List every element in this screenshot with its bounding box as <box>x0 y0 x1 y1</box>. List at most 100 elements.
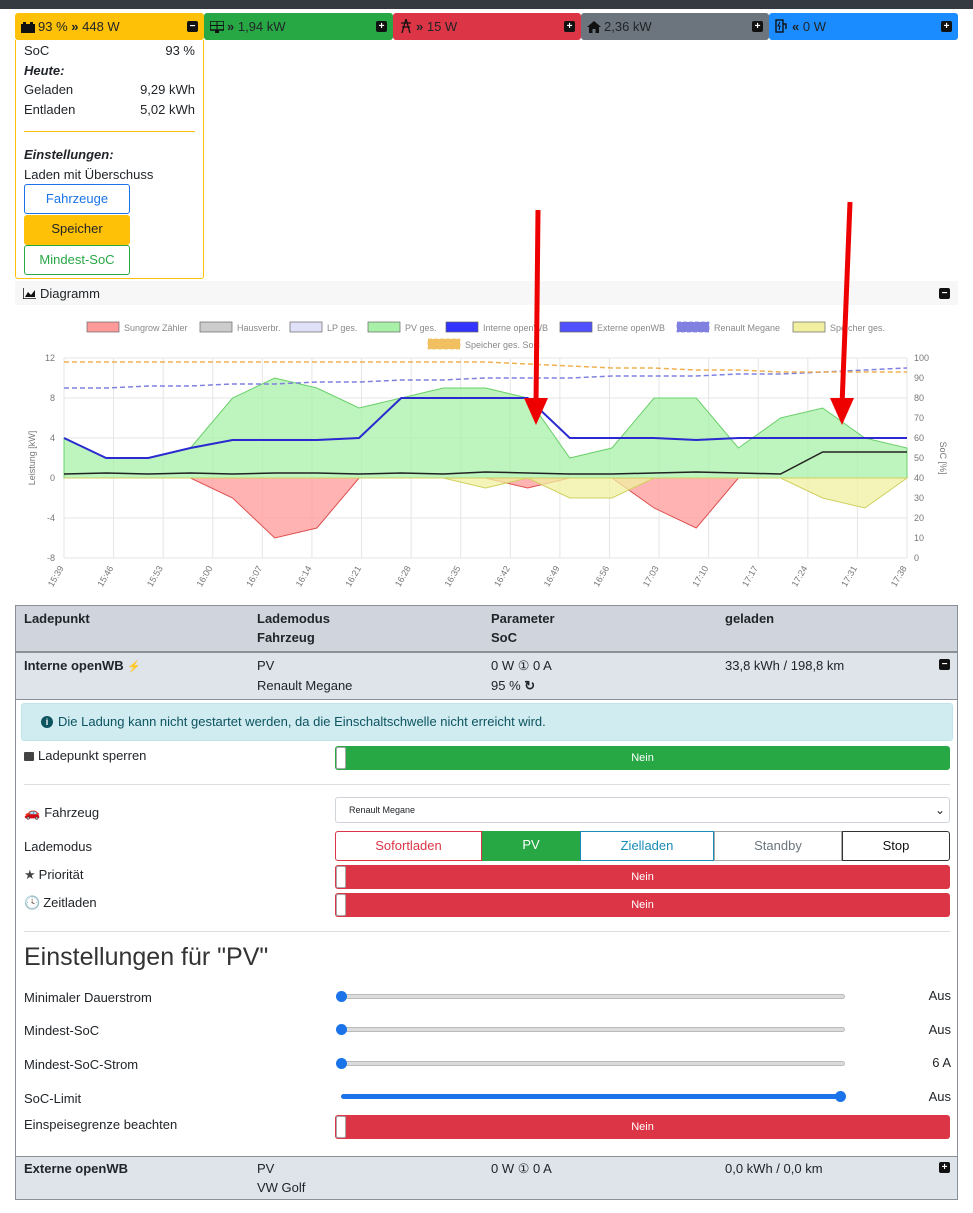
x-tick-label: 17:38 <box>889 564 909 589</box>
timed-value: Nein <box>631 899 654 911</box>
chargepoint-parameter: 0 W ① 0 A <box>491 658 552 673</box>
soc-row: SoC 93 % <box>24 43 195 58</box>
area-chart-icon <box>23 287 36 299</box>
expand-icon[interactable]: + <box>939 1162 950 1173</box>
power-chart: Sungrow Zähler Hausverbr. LP ges. PV ges. In… <box>27 321 948 589</box>
diagram-title: Diagramm <box>40 285 100 301</box>
collapse-icon[interactable]: − <box>939 659 950 670</box>
chargepoint-vehicle: VW Golf <box>257 1180 306 1195</box>
y2-tick-label: 50 <box>914 453 924 463</box>
battery-tile[interactable]: 93 % » 448 W − <box>15 13 204 40</box>
min-soc-button[interactable]: Mindest-SoC <box>24 245 130 275</box>
min-soc-current-slider-thumb[interactable] <box>336 1058 347 1069</box>
divider <box>24 131 195 132</box>
grid-tile[interactable]: » 15 W + <box>393 13 581 40</box>
expand-icon[interactable]: + <box>564 21 575 32</box>
min-soc-current-label: Mindest-SoC-Strom <box>24 1057 139 1072</box>
min-soc-current-value: 6 A <box>932 1055 951 1070</box>
min-current-slider-thumb[interactable] <box>336 991 347 1002</box>
charged-row: Geladen 9,29 kWh <box>24 82 195 97</box>
header-parameter: Parameter <box>491 611 555 626</box>
lock-toggle[interactable]: Nein <box>335 746 950 770</box>
min-soc-value: Aus <box>928 1022 951 1037</box>
legend-swatch <box>792 321 826 333</box>
soc-limit-value: Aus <box>928 1089 951 1104</box>
min-soc-slider[interactable] <box>341 1027 845 1032</box>
y2-tick-label: 30 <box>914 493 924 503</box>
timed-toggle[interactable]: Nein <box>335 893 950 917</box>
toggle-knob <box>336 1116 346 1138</box>
storage-button[interactable]: Speicher <box>24 215 130 245</box>
x-tick-label: 17:10 <box>690 564 710 589</box>
header-mode: Lademodus <box>257 611 330 626</box>
legend-swatch <box>289 321 323 333</box>
vehicles-button[interactable]: Fahrzeuge <box>24 184 130 214</box>
mode-sofortladen-button[interactable]: Sofortladen <box>335 831 482 861</box>
pv-settings-heading: Einstellungen für "PV" <box>24 943 269 971</box>
min-soc-slider-thumb[interactable] <box>336 1024 347 1035</box>
mode-pv-button[interactable]: PV <box>482 831 580 861</box>
chargepoint-mode: PV <box>257 1161 275 1176</box>
plug-icon: ⚡ <box>127 661 141 673</box>
mode-standby-button[interactable]: Standby <box>714 831 842 861</box>
header-vehicle: Fahrzeug <box>257 630 315 645</box>
refresh-icon[interactable]: ↻ <box>524 678 535 693</box>
y2-tick-label: 10 <box>914 533 924 543</box>
priority-toggle[interactable]: Nein <box>335 865 950 889</box>
storage-soc-line <box>64 361 907 373</box>
vehicle-select[interactable]: Renault Megane ⌄ <box>335 797 950 823</box>
expand-icon[interactable]: + <box>376 21 387 32</box>
min-soc-current-slider[interactable] <box>341 1061 845 1066</box>
min-current-value: Aus <box>928 988 951 1003</box>
mode-stop-button[interactable]: Stop <box>842 831 950 861</box>
legend-swatch <box>445 321 479 333</box>
y-axis-label: Leistung [kW] <box>27 431 37 486</box>
legend-swatch <box>427 338 461 350</box>
header-soc: SoC <box>491 630 517 645</box>
legend-label: Speicher ges. <box>830 323 885 333</box>
collapse-icon[interactable]: − <box>939 287 950 299</box>
storage-area <box>64 477 909 509</box>
soc-limit-slider[interactable] <box>341 1094 845 1099</box>
x-tick-label: 16:14 <box>294 564 314 589</box>
y-tick-label: 8 <box>50 393 55 403</box>
divider <box>24 931 950 932</box>
expand-icon[interactable]: + <box>941 21 952 32</box>
chargepoint-charged: 33,8 kWh / 198,8 km <box>725 658 845 673</box>
diagram-header: Diagramm − <box>15 281 958 305</box>
chargepoint-row-external[interactable]: Externe openWB PV VW Golf 0 W ① 0 A 0,0 … <box>15 1156 958 1200</box>
feed-in-toggle[interactable]: Nein <box>335 1115 950 1139</box>
chargepoint-name: Externe openWB <box>24 1161 129 1176</box>
collapse-icon[interactable]: − <box>187 21 198 32</box>
charge-tile[interactable]: « 0 W + <box>769 13 958 40</box>
y2-tick-label: 0 <box>914 553 919 563</box>
expand-icon[interactable]: + <box>752 21 763 32</box>
x-tick-label: 17:03 <box>641 564 661 589</box>
mode-zielladen-button[interactable]: Zielladen <box>580 831 714 861</box>
chargepoint-name: Interne openWB ⚡ <box>24 658 141 673</box>
pv-tile-label: » 1,94 kW <box>210 19 376 34</box>
chargepoint-row-internal[interactable]: Interne openWB ⚡ PV Renault Megane 0 W ①… <box>15 652 958 700</box>
legend-label: Interne openWB <box>483 323 548 333</box>
y2-tick-label: 40 <box>914 473 924 483</box>
lock-value: Nein <box>631 752 654 764</box>
house-tile[interactable]: 2,36 kW + <box>581 13 769 40</box>
y2-tick-label: 90 <box>914 373 924 383</box>
y-tick-label: -4 <box>47 513 55 523</box>
x-tick-label: 17:31 <box>839 564 859 589</box>
soc-limit-slider-thumb[interactable] <box>835 1091 846 1102</box>
mode-label: Lademodus <box>24 839 92 854</box>
solar-panel-icon <box>210 21 224 33</box>
min-current-slider[interactable] <box>341 994 845 999</box>
soc-label: SoC <box>24 43 50 58</box>
discharged-value: 5,02 kWh <box>140 102 195 117</box>
lock-label: Ladepunkt sperren <box>24 748 146 763</box>
x-tick-label: 16:21 <box>343 564 363 589</box>
chargepoint-table-header: Ladepunkt Lademodus Fahrzeug Parameter S… <box>15 605 958 652</box>
house-icon <box>587 21 601 33</box>
pv-tile[interactable]: » 1,94 kW + <box>204 13 393 40</box>
grid-tile-label: » 15 W <box>399 19 564 34</box>
chevrons-right-icon: » <box>227 19 235 34</box>
x-tick-label: 15:53 <box>145 564 165 589</box>
legend-label: Hausverbr. <box>237 323 281 333</box>
